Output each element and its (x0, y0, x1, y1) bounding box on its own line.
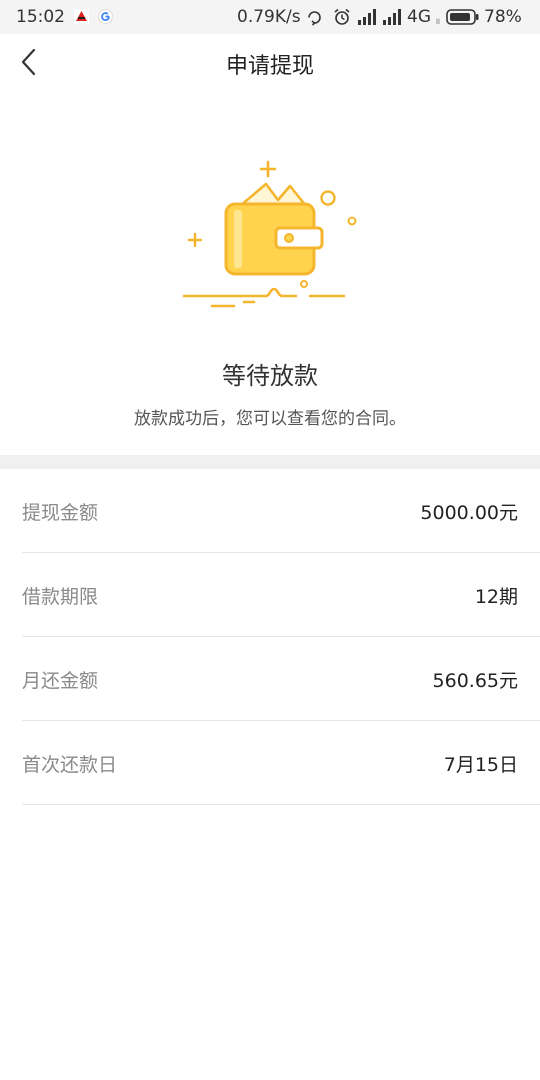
withdraw-details: 提现金额 5000.00元 借款期限 12期 月还金额 560.65元 首次还款… (22, 469, 540, 805)
alarm-icon (334, 8, 350, 25)
navigation-bar: 申请提现 (0, 34, 540, 90)
signal-icon (383, 9, 401, 25)
detail-value: 5000.00元 (420, 502, 518, 524)
signal-icon (358, 9, 376, 25)
status-hero: 等待放款 放款成功后，您可以查看您的合同。 (0, 90, 540, 455)
sync-icon (308, 11, 321, 26)
detail-label: 月还金额 (22, 670, 99, 692)
battery-percent: 78% (484, 7, 522, 27)
network-type: 4G (407, 7, 431, 27)
section-divider (0, 455, 540, 469)
wallet-icon (182, 160, 357, 308)
status-time: 15:02 (16, 7, 65, 27)
app-notification-icon (74, 9, 89, 24)
status-description: 放款成功后，您可以查看您的合同。 (134, 409, 406, 429)
network-subscript: ll (436, 18, 440, 26)
network-speed: 0.79K/s (237, 7, 301, 27)
status-bar: 15:02 0.79K/s 4G ll 78% (0, 0, 540, 34)
detail-value: 12期 (474, 586, 518, 608)
detail-row-first-due: 首次还款日 7月15日 (22, 721, 540, 805)
detail-label: 首次还款日 (22, 754, 118, 776)
detail-row-monthly: 月还金额 560.65元 (22, 637, 540, 721)
detail-label: 借款期限 (22, 586, 99, 608)
detail-label: 提现金额 (22, 502, 99, 524)
detail-value: 560.65元 (432, 670, 518, 692)
detail-value: 7月15日 (443, 754, 518, 776)
page-title: 申请提现 (225, 54, 314, 79)
battery-icon (446, 9, 479, 25)
google-icon (98, 9, 113, 24)
status-title: 等待放款 (222, 362, 318, 390)
detail-row-term: 借款期限 12期 (22, 553, 540, 637)
detail-row-amount: 提现金额 5000.00元 (22, 469, 540, 553)
